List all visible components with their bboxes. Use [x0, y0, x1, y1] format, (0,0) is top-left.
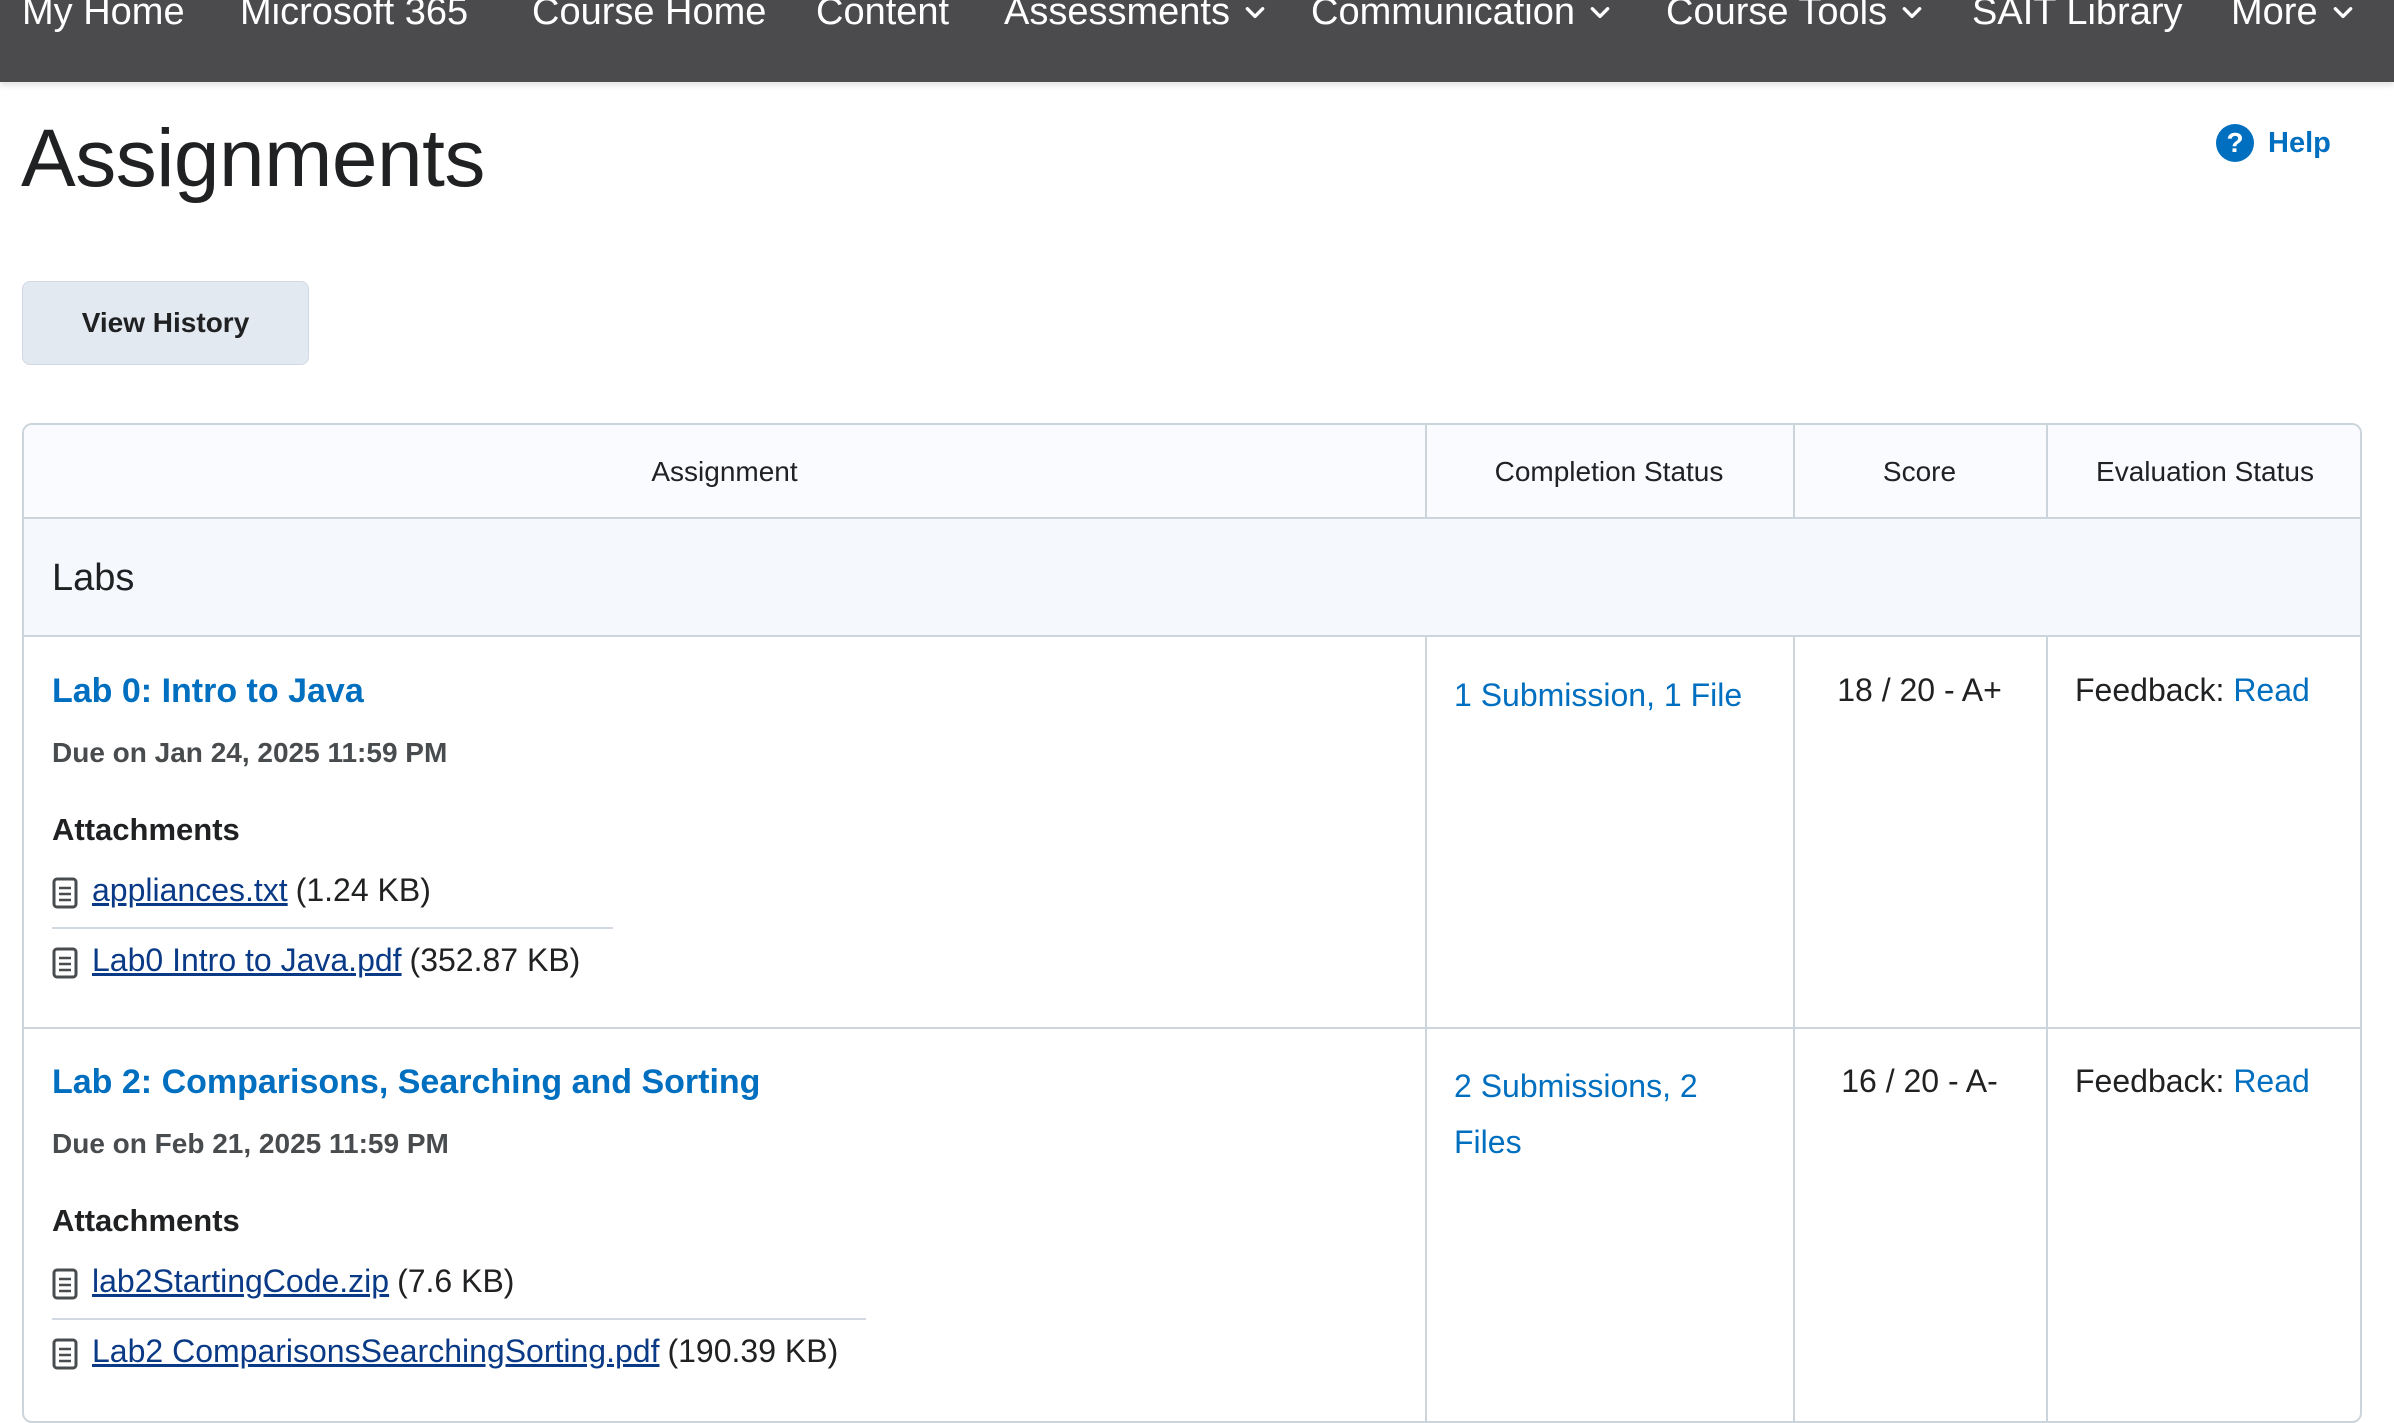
attachment-divider [52, 927, 613, 929]
due-date: Due on Jan 24, 2025 11:59 PM [52, 737, 448, 768]
attachment-link[interactable]: lab2StartingCode.zip [92, 1263, 389, 1300]
column-header-evaluation-status[interactable]: Evaluation Status [2046, 425, 2360, 519]
nav-label: My Home [22, 0, 185, 33]
column-header-assignment[interactable]: Assignment [24, 425, 1425, 519]
column-header-score[interactable]: Score [1793, 425, 2046, 519]
file-icon [52, 877, 78, 909]
chevron-down-icon [1590, 7, 1610, 19]
nav-label: Microsoft 365 [240, 0, 469, 33]
score-value: 18 / 20 - A+ [1837, 672, 2002, 708]
assignments-table: Assignment Completion Status Score Evalu… [22, 423, 2362, 1423]
chevron-down-icon [1245, 7, 1265, 19]
completion-status-link[interactable]: 1 Submission, 1 File [1454, 667, 1754, 723]
attachment-size: (1.24 KB) [295, 871, 431, 908]
file-icon [52, 1338, 78, 1370]
top-navbar: My Home Microsoft 365 Course Home Conten… [0, 0, 2394, 82]
chevron-down-icon [2333, 7, 2352, 19]
nav-label: Content [816, 0, 950, 33]
nav-assessments[interactable]: Assessments [1004, 0, 1266, 36]
feedback-label: Feedback: [2075, 672, 2225, 708]
feedback-read-link[interactable]: Read [2233, 672, 2310, 708]
attachment-link[interactable]: appliances.txt [92, 872, 288, 909]
nav-label: Assessments [1004, 0, 1230, 33]
attachment-item: Lab0 Intro to Java.pdf (352.87 KB) [52, 941, 580, 979]
view-history-button[interactable]: View History [22, 281, 309, 365]
row-divider [24, 1027, 2360, 1029]
chevron-down-icon [1902, 7, 1922, 19]
evaluation-status: Feedback: Read [2075, 1063, 2310, 1100]
help-link[interactable]: ? Help [2216, 124, 2331, 162]
question-circle-icon: ? [2216, 124, 2254, 162]
nav-label: More [2231, 0, 2318, 33]
due-date: Due on Feb 21, 2025 11:59 PM [52, 1128, 449, 1159]
evaluation-status: Feedback: Read [2075, 672, 2310, 709]
attachments-heading: Attachments [52, 812, 240, 847]
attachment-size: (352.87 KB) [409, 941, 581, 978]
nav-my-home[interactable]: My Home [22, 0, 185, 36]
attachment-item: lab2StartingCode.zip (7.6 KB) [52, 1262, 514, 1300]
file-icon [52, 1268, 78, 1300]
attachment-link[interactable]: Lab0 Intro to Java.pdf [92, 942, 402, 979]
nav-label: Course Home [532, 0, 767, 33]
attachment-size: (190.39 KB) [667, 1332, 839, 1369]
group-row-labs: Labs [24, 519, 2360, 637]
attachment-size: (7.6 KB) [397, 1262, 515, 1299]
column-header-completion-status[interactable]: Completion Status [1425, 425, 1793, 519]
nav-content[interactable]: Content [816, 0, 949, 36]
help-label: Help [2268, 126, 2331, 159]
attachment-link[interactable]: Lab2 ComparisonsSearchingSorting.pdf [92, 1333, 659, 1370]
nav-course-home[interactable]: Course Home [532, 0, 766, 36]
nav-sait-library[interactable]: SAIT Library [1972, 0, 2182, 36]
score-value: 16 / 20 - A- [1841, 1063, 1998, 1099]
feedback-label: Feedback: [2075, 1063, 2225, 1099]
page-title: Assignments [21, 113, 485, 204]
attachments-heading: Attachments [52, 1203, 240, 1238]
group-label: Labs [52, 557, 135, 599]
attachment-item: Lab2 ComparisonsSearchingSorting.pdf (19… [52, 1332, 838, 1370]
file-icon [52, 947, 78, 979]
assignment-title-link[interactable]: Lab 2: Comparisons, Searching and Sortin… [52, 1063, 760, 1102]
nav-label: SAIT Library [1972, 0, 2183, 33]
attachment-item: appliances.txt (1.24 KB) [52, 871, 431, 909]
nav-label: Communication [1311, 0, 1575, 33]
feedback-read-link[interactable]: Read [2233, 1063, 2310, 1099]
nav-more[interactable]: More [2231, 0, 2354, 36]
nav-microsoft-365[interactable]: Microsoft 365 [240, 0, 468, 36]
assignment-title-link[interactable]: Lab 0: Intro to Java [52, 672, 364, 711]
nav-communication[interactable]: Communication [1311, 0, 1611, 36]
nav-label: Course Tools [1666, 0, 1888, 33]
attachment-divider [52, 1318, 866, 1320]
completion-status-link[interactable]: 2 Submissions, 2 Files [1454, 1058, 1744, 1170]
nav-course-tools[interactable]: Course Tools [1666, 0, 1923, 36]
